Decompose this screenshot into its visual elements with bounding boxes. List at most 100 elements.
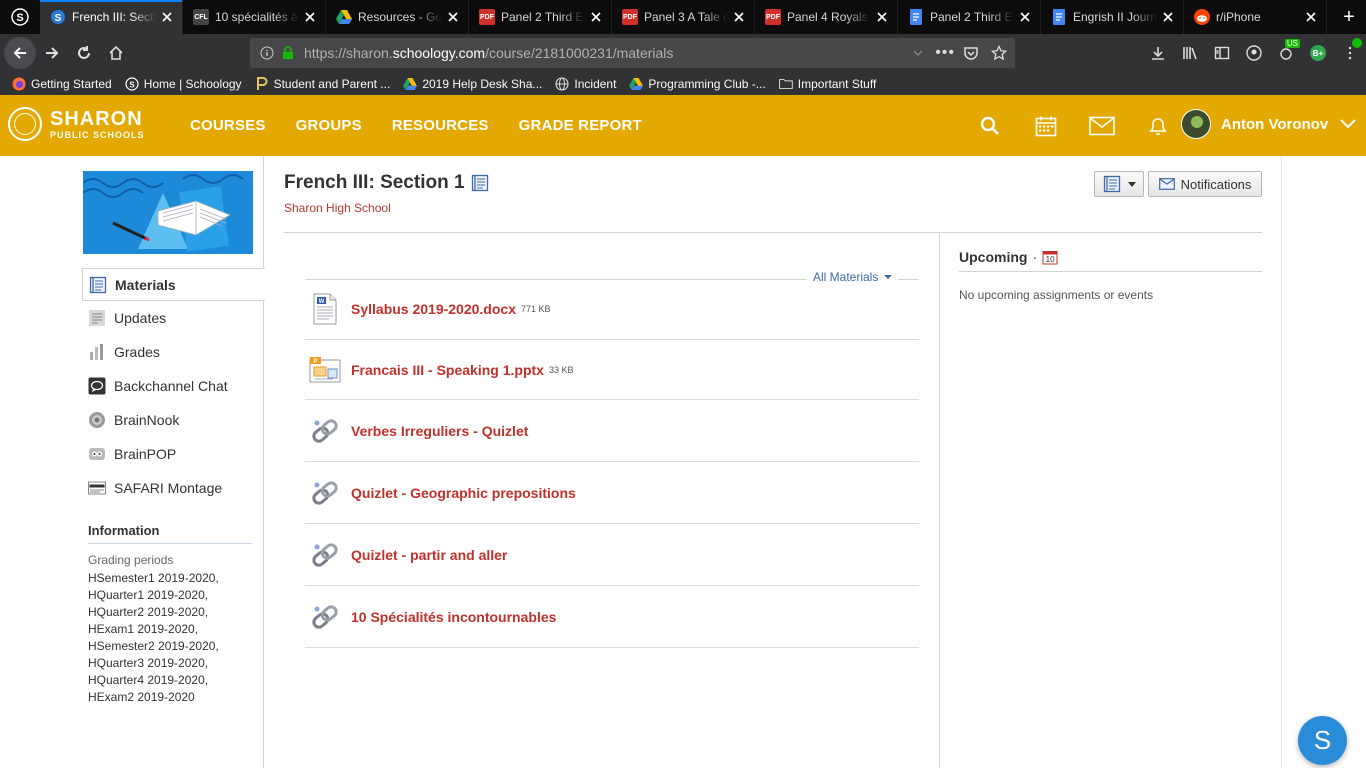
- schoology-app-icon[interactable]: S: [0, 0, 40, 34]
- material-title-link[interactable]: Verbes Irreguliers - Quizlet: [351, 423, 528, 439]
- sidebar-item-brainnook[interactable]: BrainNook: [82, 403, 264, 437]
- sidebar-item-brainpop[interactable]: BrainPOP: [82, 437, 264, 471]
- material-title-link[interactable]: Quizlet - partir and aller: [351, 547, 507, 563]
- close-tab-icon[interactable]: [732, 10, 746, 24]
- extension-badge: US: [1284, 39, 1300, 48]
- bookmark-item[interactable]: Programming Club -...: [629, 77, 766, 91]
- close-tab-icon[interactable]: [589, 10, 603, 24]
- pocket-icon[interactable]: [963, 45, 979, 61]
- close-tab-icon[interactable]: [303, 10, 317, 24]
- material-item[interactable]: 10 Spécialités incontournables: [305, 586, 919, 648]
- home-button[interactable]: [100, 37, 132, 69]
- calendar-small-icon[interactable]: 10: [1042, 249, 1058, 265]
- material-item[interactable]: Quizlet - Geographic prepositions: [305, 462, 919, 524]
- close-tab-icon[interactable]: [446, 10, 460, 24]
- nav-grade-report[interactable]: GRADE REPORT: [519, 117, 642, 134]
- grading-period-item: HSemester1 2019-2020,: [88, 571, 219, 585]
- material-item[interactable]: W Syllabus 2019-2020.docx 771 KB: [305, 279, 919, 340]
- material-size: 771 KB: [521, 304, 551, 314]
- tab-title: r/iPhone: [1216, 10, 1261, 24]
- updates-icon: [88, 309, 106, 327]
- bookmark-item[interactable]: Getting Started: [12, 77, 112, 91]
- sidebar-item-updates[interactable]: Updates: [82, 301, 264, 335]
- no-upcoming-text: No upcoming assignments or events: [959, 288, 1154, 302]
- district-logo[interactable]: SHARON PUBLIC SCHOOLS: [8, 107, 145, 141]
- layout-options-button[interactable]: [1094, 171, 1144, 197]
- close-tab-icon[interactable]: [1304, 10, 1318, 24]
- material-title-link[interactable]: Francais III - Speaking 1.pptx: [351, 362, 544, 378]
- grading-period-item: HSemester2 2019-2020,: [88, 639, 219, 653]
- close-tab-icon[interactable]: [875, 10, 889, 24]
- material-title-link[interactable]: Syllabus 2019-2020.docx: [351, 301, 516, 317]
- close-tab-icon[interactable]: [1161, 10, 1175, 24]
- messages-icon[interactable]: [1074, 95, 1130, 156]
- url-dropdown-icon[interactable]: [913, 49, 923, 57]
- bookmark-item[interactable]: Incident: [555, 77, 616, 91]
- school-name-link[interactable]: Sharon High School: [284, 201, 391, 215]
- browser-tab[interactable]: PDF Panel 2 Third Es: [469, 0, 612, 34]
- close-tab-icon[interactable]: [160, 10, 174, 24]
- pdf-icon: PDF: [479, 9, 495, 25]
- material-title-link[interactable]: Quizlet - Geographic prepositions: [351, 485, 576, 501]
- district-seal-icon: [8, 107, 42, 141]
- nav-courses[interactable]: COURSES: [190, 117, 266, 134]
- svg-text:W: W: [319, 299, 325, 305]
- browser-tab[interactable]: PDF Panel 3 A Tale o: [612, 0, 755, 34]
- account-icon[interactable]: [1238, 34, 1270, 72]
- p-icon: [255, 76, 269, 91]
- globe-icon: [555, 76, 569, 91]
- notifications-bell-icon[interactable]: [1130, 95, 1186, 156]
- browser-tab[interactable]: Resources - Go: [326, 0, 469, 34]
- material-item[interactable]: Verbes Irreguliers - Quizlet: [305, 400, 919, 462]
- notifications-label: Notifications: [1180, 176, 1252, 192]
- downloads-icon[interactable]: [1142, 34, 1174, 72]
- material-item[interactable]: Quizlet - partir and aller: [305, 524, 919, 586]
- extension-b-icon[interactable]: B+: [1302, 34, 1334, 72]
- nav-groups[interactable]: GROUPS: [296, 117, 362, 134]
- info-icon[interactable]: [260, 46, 274, 60]
- forward-button[interactable]: [36, 37, 68, 69]
- notifications-button[interactable]: Notifications: [1148, 171, 1262, 197]
- pdf-icon: PDF: [765, 9, 781, 25]
- bookmark-item[interactable]: S Home | Schoology: [125, 77, 242, 91]
- search-icon[interactable]: [962, 95, 1018, 156]
- sidebar-item-safari-montage[interactable]: SAFARI Montage: [82, 471, 264, 505]
- material-size: 33 KB: [548, 364, 574, 375]
- back-button[interactable]: [4, 37, 36, 69]
- update-icon[interactable]: [1334, 34, 1366, 72]
- back-arrow-icon: [13, 47, 26, 59]
- bookmark-label: Getting Started: [31, 76, 112, 91]
- new-tab-button[interactable]: +: [1332, 0, 1366, 34]
- sidebar-toggle-icon[interactable]: [1206, 34, 1238, 72]
- bookmark-star-icon[interactable]: [991, 45, 1007, 61]
- grading-period-item: HQuarter2 2019-2020,: [88, 605, 209, 619]
- material-title-link[interactable]: 10 Spécialités incontournables: [351, 609, 556, 625]
- link-icon: [309, 538, 341, 572]
- url-bar[interactable]: https://sharon.schoology.com/course/2181…: [250, 38, 1015, 68]
- sidebar-item-materials[interactable]: Materials: [82, 268, 265, 301]
- nav-resources[interactable]: RESOURCES: [392, 117, 489, 134]
- tab-title: Engrish II Journ: [1073, 10, 1157, 24]
- user-menu[interactable]: Anton Voronov: [1181, 109, 1356, 139]
- bookmark-item[interactable]: Student and Parent ...: [255, 76, 390, 91]
- bookmark-item[interactable]: Important Stuff: [778, 77, 876, 91]
- calendar-icon[interactable]: [1018, 95, 1074, 156]
- sidebar-item-grades[interactable]: Grades: [82, 335, 264, 369]
- browser-tab[interactable]: S French III: Secti: [40, 0, 183, 34]
- bookmark-item[interactable]: 2019 Help Desk Sha...: [403, 77, 542, 91]
- library-icon[interactable]: [1174, 34, 1206, 72]
- browser-tab[interactable]: Engrish II Journ: [1041, 0, 1184, 34]
- browser-tab[interactable]: r/iPhone: [1184, 0, 1327, 34]
- browser-tab[interactable]: Panel 2 Third Es: [898, 0, 1041, 34]
- material-item[interactable]: P Francais III - Speaking 1.pptx 33 KB: [305, 340, 919, 400]
- sidebar-item-backchannel-chat[interactable]: Backchannel Chat: [82, 369, 264, 403]
- grading-periods-label: Grading periods: [88, 553, 174, 567]
- browser-tab[interactable]: CFL 10 spécialités à: [183, 0, 326, 34]
- extension-us-icon[interactable]: US: [1270, 34, 1302, 72]
- browser-tab[interactable]: PDF Panel 4 Royals I: [755, 0, 898, 34]
- schoology-help-button[interactable]: S: [1298, 716, 1347, 765]
- close-tab-icon[interactable]: [1018, 10, 1032, 24]
- page-actions-icon[interactable]: •••: [935, 44, 955, 62]
- reload-button[interactable]: [68, 37, 100, 69]
- course-materials-icon: [471, 174, 488, 192]
